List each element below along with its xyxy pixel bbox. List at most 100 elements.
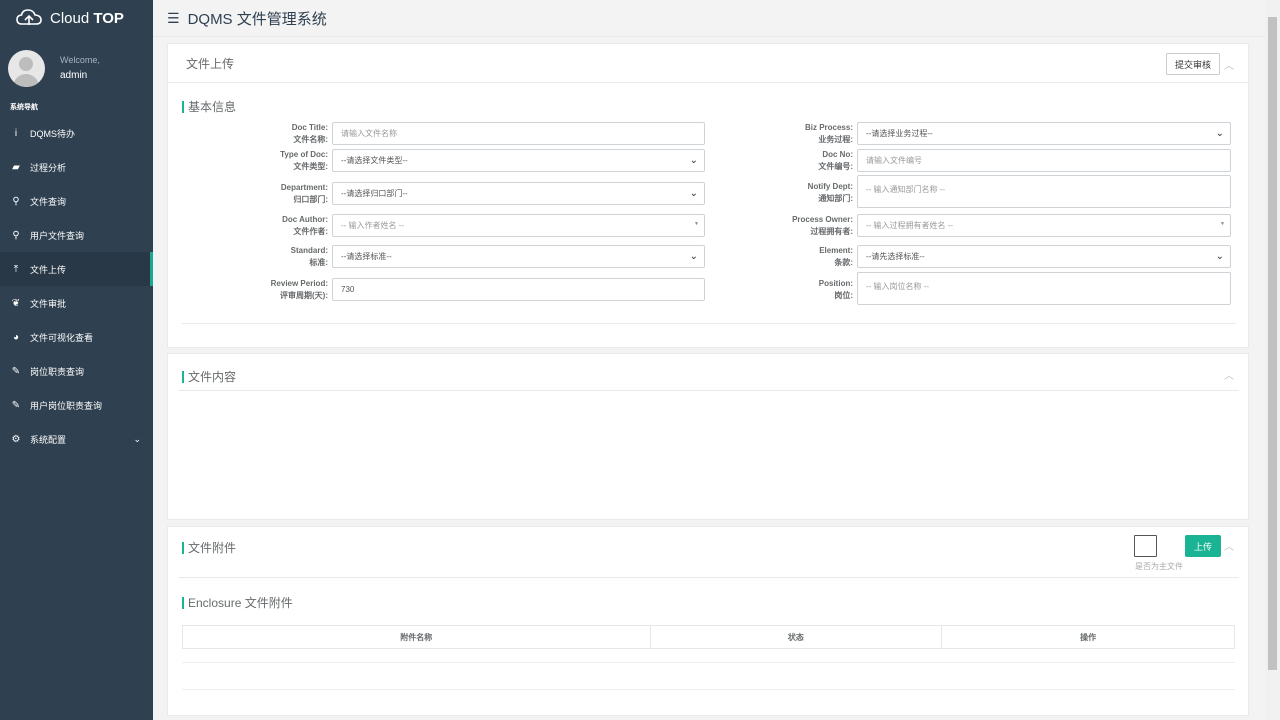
caret-down-icon: ▼: [1220, 221, 1225, 227]
element-label: Element: 条款:: [819, 246, 853, 267]
doc-title-input[interactable]: 请输入文件名称: [332, 122, 705, 145]
content-panel: 文件内容 ︿: [167, 353, 1249, 520]
book-icon: ▰: [12, 161, 20, 173]
standard-label: Standard: 标准:: [290, 246, 328, 267]
avatar[interactable]: [8, 49, 45, 87]
sidebar-item-label: 文件查询: [30, 196, 67, 207]
department-select[interactable]: --请选择归口部门-- ⌄: [332, 182, 705, 205]
sidebar-item-label: 文件可视化查看: [30, 332, 94, 343]
sidebar-item[interactable]: ✎ 用户岗位职责查询: [0, 388, 153, 422]
process-owner-combobox[interactable]: -- 输入过程拥有者姓名 -- ▼: [857, 214, 1231, 237]
chevron-down-icon: ⌄: [689, 154, 698, 166]
attachments-table: 附件名称 状态 操作: [182, 625, 1235, 649]
divider: [179, 577, 1239, 578]
chevron-down-icon: ⌄: [689, 250, 698, 262]
sidebar-item[interactable]: ◕ 文件可视化查看: [0, 320, 153, 354]
sidebar-item[interactable]: ⚙ 系统配置 ⌄: [0, 422, 153, 456]
search-icon: ⚲: [12, 229, 20, 241]
divider: [182, 323, 1236, 324]
position-input[interactable]: -- 输入岗位名称 --: [857, 272, 1231, 305]
chevron-down-icon: ⌄: [689, 187, 698, 199]
doc-title-label: Doc Title: 文件名称:: [291, 123, 328, 144]
sidebar-item-label: 文件上传: [30, 264, 67, 275]
panel-title: 文件上传: [186, 56, 235, 71]
page-title: DQMS 文件管理系统: [187, 10, 327, 28]
doc-author-combobox[interactable]: -- 输入作者姓名 -- ▼: [332, 214, 705, 237]
leaf-icon: ❦: [11, 297, 21, 309]
sidebar-item[interactable]: ✎ 岗位职责查询: [0, 354, 153, 388]
sidebar-item-label: 用户文件查询: [30, 230, 85, 241]
collapse-icon[interactable]: ︿: [1224, 367, 1234, 382]
attachments-panel: 文件附件 是否为主文件 上传 ︿ Enclosure 文件附件 附件名称 状态 操作: [167, 526, 1249, 716]
collapse-icon[interactable]: ︿: [1224, 538, 1234, 553]
biz-process-label: Biz Process: 业务过程:: [804, 123, 853, 144]
sidebar-item[interactable]: ▰ 过程分析: [0, 150, 153, 184]
sidebar-item[interactable]: ⤒ 文件上传: [0, 252, 153, 286]
sidebar-item[interactable]: ⚲ 文件查询: [0, 184, 153, 218]
content-panel-title: 文件内容: [182, 368, 236, 385]
notify-dept-label: Notify Dept: 通知部门:: [807, 182, 853, 203]
column-header[interactable]: 状态: [649, 625, 943, 649]
chevron-down-icon: ⌄: [1215, 127, 1224, 139]
upload-icon: ⤒: [13, 263, 19, 275]
edit-icon: ✎: [11, 365, 21, 377]
info-icon: i: [14, 127, 18, 139]
sidebar-item-label: DQMS待办: [30, 128, 76, 139]
gear-icon: ⚙: [11, 433, 21, 445]
table-row: [182, 662, 1235, 663]
brand-logo[interactable]: Cloud TOP: [0, 0, 153, 36]
attachments-panel-title: 文件附件: [182, 539, 236, 556]
top-navbar: ☰ DQMS 文件管理系统: [153, 0, 1265, 37]
process-owner-label: Process Owner: 过程拥有者:: [792, 215, 853, 236]
user-profile: Welcome, admin: [0, 36, 153, 100]
submit-review-button[interactable]: 提交审核: [1165, 53, 1220, 75]
type-of-doc-label: Type of Doc: 文件类型:: [280, 150, 328, 171]
sidebar-item[interactable]: ❦ 文件审批: [0, 286, 153, 320]
position-label: Position: 岗位:: [818, 279, 853, 300]
chevron-down-icon: ⌄: [1215, 250, 1224, 262]
edit-icon: ✎: [11, 399, 21, 411]
doc-author-label: Doc Author: 文件作者:: [282, 215, 328, 236]
page-scrollbar[interactable]: [1265, 0, 1280, 720]
sidebar-item-label: 岗位职责查询: [30, 366, 85, 377]
notify-dept-input[interactable]: -- 输入通知部门名称 --: [857, 175, 1231, 208]
column-header[interactable]: 附件名称: [182, 625, 651, 649]
caret-down-icon: ▼: [694, 221, 699, 227]
upload-panel: 文件上传 提交审核 ︿ 基本信息 Doc Title: 文件名称: 请输入文件名称…: [167, 43, 1249, 348]
sidebar-item-label: 过程分析: [30, 162, 67, 173]
pie-chart-icon: ◕: [12, 331, 20, 343]
scrollbar-thumb[interactable]: [1268, 17, 1277, 670]
department-label: Department: 归口部门:: [280, 183, 328, 204]
review-period-input[interactable]: 730: [332, 278, 705, 301]
enclosure-title: Enclosure 文件附件: [182, 594, 293, 611]
sidebar-item-label: 系统配置: [30, 434, 67, 445]
section-title: 基本信息: [182, 98, 236, 115]
collapse-icon[interactable]: ︿: [1224, 57, 1234, 72]
menu-toggle-icon[interactable]: ☰: [167, 10, 180, 27]
username[interactable]: admin: [60, 70, 100, 81]
table-row: [182, 689, 1235, 690]
doc-no-input[interactable]: 请输入文件编号: [857, 149, 1231, 172]
type-of-doc-select[interactable]: --请选择文件类型-- ⌄: [332, 149, 705, 172]
standard-select[interactable]: --请选择标准-- ⌄: [332, 245, 705, 268]
divider: [179, 390, 1239, 391]
upload-button[interactable]: 上传: [1185, 535, 1221, 557]
nav-section-title: 系统导航: [10, 104, 38, 111]
sidebar-item[interactable]: i DQMS待办: [0, 116, 153, 150]
element-select[interactable]: --请先选择标准-- ⌄: [857, 245, 1231, 268]
search-icon: ⚲: [12, 195, 20, 207]
sidebar-item-label: 用户岗位职责查询: [30, 400, 103, 411]
column-header[interactable]: 操作: [941, 625, 1235, 649]
sidebar-item[interactable]: ⚲ 用户文件查询: [0, 218, 153, 252]
doc-no-label: Doc No: 文件编号:: [818, 150, 853, 171]
review-period-label: Review Period: 评审周期(天):: [270, 279, 328, 300]
biz-process-select[interactable]: --请选择业务过程-- ⌄: [857, 122, 1231, 145]
chevron-down-icon: ⌄: [133, 433, 141, 444]
welcome-text: Welcome,: [60, 55, 100, 65]
main-file-label: 是否为主文件: [1135, 562, 1183, 571]
main-file-checkbox[interactable]: [1134, 535, 1157, 557]
sidebar: Cloud TOP Welcome, admin 系统导航 i DQMS待办 ▰ 过程…: [0, 0, 153, 720]
cloud-icon: [16, 9, 42, 25]
brand-name: Cloud TOP: [50, 9, 124, 27]
sidebar-item-label: 文件审批: [30, 298, 67, 309]
